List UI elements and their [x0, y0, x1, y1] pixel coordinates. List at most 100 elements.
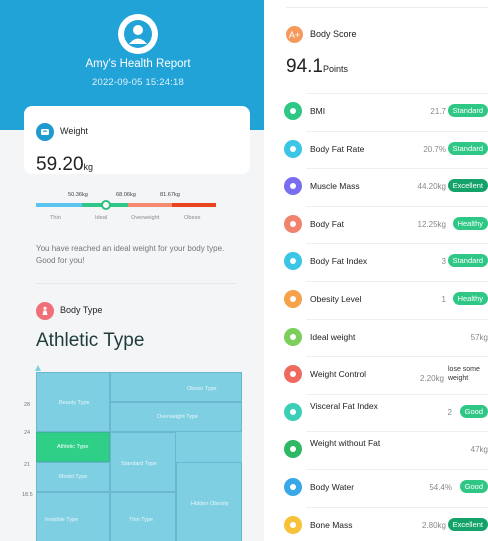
score-value: 94.1Points	[286, 56, 348, 77]
metric-row[interactable]: Muscle Mass 44.20kg Excellent	[276, 168, 488, 205]
threshold-label: 50.36kg	[68, 192, 88, 198]
cell-obese: Obese Type	[110, 372, 242, 402]
metric-value: 2.20kg	[419, 374, 444, 384]
lean-weight-icon	[284, 440, 302, 459]
metric-row[interactable]: Weight Control 2.20kg lose some weight	[276, 356, 488, 393]
cell-athletic: Athletic Type	[36, 432, 110, 462]
metric-name: Weight without Fat	[310, 438, 381, 449]
water-icon	[284, 478, 302, 496]
row-divider	[306, 205, 488, 207]
category-label: Overweight	[131, 215, 160, 221]
scale-segment-thin	[36, 203, 82, 207]
metric-row[interactable]: Body Fat Index 3 Standard	[276, 243, 488, 280]
row-divider	[306, 243, 488, 245]
bone-icon	[284, 515, 302, 534]
status-badge: Good	[459, 404, 488, 418]
y-tick: 18.5	[22, 492, 33, 498]
cell-overweight: Overweight Type	[110, 402, 242, 432]
metric-row[interactable]: Body Fat 12.25kg Healthy	[276, 205, 488, 243]
metric-name: Visceral Fat Index	[310, 400, 378, 411]
score-label: Body Score	[310, 29, 357, 39]
row-divider	[306, 393, 488, 395]
y-tick: 28	[24, 402, 31, 408]
weight-label: Weight	[60, 126, 88, 136]
metric-row[interactable]: Weight without Fat 47kg	[276, 431, 488, 468]
row-divider	[306, 168, 488, 170]
metric-name: Weight Control	[310, 369, 367, 380]
metric-name: BMI	[310, 106, 326, 116]
visceral-icon	[284, 402, 302, 421]
ideal-weight-icon	[284, 327, 302, 346]
metric-value: 2	[447, 407, 452, 417]
row-divider	[306, 130, 488, 132]
category-label: Ideal	[95, 215, 108, 221]
body-type-icon	[36, 302, 54, 320]
cell-hidden-obesity: Hidden Obesity	[176, 462, 242, 541]
row-divider	[306, 431, 488, 433]
row-divider	[306, 356, 488, 358]
metric-value: 44.20kg	[417, 182, 446, 192]
user-icon	[124, 20, 152, 48]
metric-name: Body Water	[310, 482, 355, 492]
metric-value: 1	[441, 295, 446, 304]
metric-name: Body Fat Index	[310, 256, 368, 267]
scale-segment-overweight	[128, 203, 172, 207]
body-type-value: Athletic Type	[36, 330, 145, 351]
weight-scale: 50.36kg 68.06kg 81.67kg Thin Ideal Overw…	[36, 192, 216, 232]
metric-row[interactable]: Bone Mass 2.80kg Excellent	[276, 506, 488, 541]
row-divider	[306, 469, 488, 470]
body-type-label: Body Type	[60, 305, 103, 315]
row-divider	[306, 93, 488, 94]
metric-value: 21.7	[430, 107, 446, 116]
status-badge: Healthy	[452, 292, 488, 305]
y-tick: 24	[24, 430, 31, 436]
metric-row[interactable]: BMI 21.7 Standard	[276, 93, 488, 130]
category-label: Thin	[50, 215, 61, 221]
avatar	[118, 14, 158, 54]
row-divider	[306, 281, 488, 282]
metric-row[interactable]: Obesity Level 1 Healthy	[276, 281, 488, 318]
metric-name: Ideal weight	[310, 331, 356, 342]
threshold-label: 68.06kg	[116, 192, 136, 198]
health-report-panel: Amy's Health Report 2022-09-05 15:24:18 …	[0, 0, 264, 541]
metric-value: 54.4%	[429, 483, 452, 492]
metric-row[interactable]: Body Water 54.4% Good	[276, 469, 488, 506]
metric-name: Body Fat Rate	[310, 143, 365, 154]
metric-value: 47kg	[470, 445, 488, 455]
body-fat-icon	[284, 214, 302, 233]
report-datetime: 2022-09-05 15:24:18	[91, 77, 184, 88]
y-tick: 21	[24, 462, 31, 468]
status-badge: Healthy	[452, 216, 488, 230]
weight-control-icon	[284, 365, 302, 384]
metric-value: 2.80kg	[421, 520, 446, 530]
row-divider	[306, 506, 488, 508]
report-title: Amy's Health Report	[85, 58, 191, 70]
ruler-icon	[284, 102, 302, 120]
metrics-panel: A+ Body Score 94.1Points BMI 21.7 Standard…	[276, 0, 488, 541]
metric-value: 3	[441, 257, 446, 267]
category-label: Obese	[184, 215, 201, 221]
metric-name: Bone Mass	[310, 519, 353, 530]
axis-arrow-icon	[35, 365, 41, 371]
threshold-label: 81.67kg	[160, 192, 180, 198]
metric-value: 20.7%	[423, 144, 446, 154]
metric-value: 12.25kg	[417, 219, 446, 229]
status-badge: Excellent	[447, 179, 488, 193]
cell-beauty: Beauty Type	[36, 372, 110, 432]
status-badge: Standard	[447, 141, 488, 155]
metric-row[interactable]: Visceral Fat Index 2 Good	[276, 393, 488, 431]
metric-row[interactable]: Body Fat Rate 20.7% Standard	[276, 130, 488, 168]
status-badge: Standard	[447, 254, 488, 268]
cell-thin: Thin Type	[110, 492, 176, 541]
metric-name: Obesity Level	[310, 294, 362, 304]
metric-name: Body Fat	[310, 218, 345, 229]
muscle-icon	[284, 177, 302, 196]
weight-value: 59.20kg	[36, 154, 94, 175]
metric-row[interactable]: Ideal weight 57kg	[276, 318, 488, 356]
status-badge: Standard	[447, 104, 488, 117]
status-text: lose some weight	[448, 366, 480, 383]
weight-message: You have reached an ideal weight for you…	[36, 244, 225, 265]
score-grade-icon: A+	[286, 26, 303, 43]
obesity-icon	[284, 290, 302, 308]
body-type-grid: Obese Type Beauty Type Overweight Type A…	[36, 372, 242, 541]
